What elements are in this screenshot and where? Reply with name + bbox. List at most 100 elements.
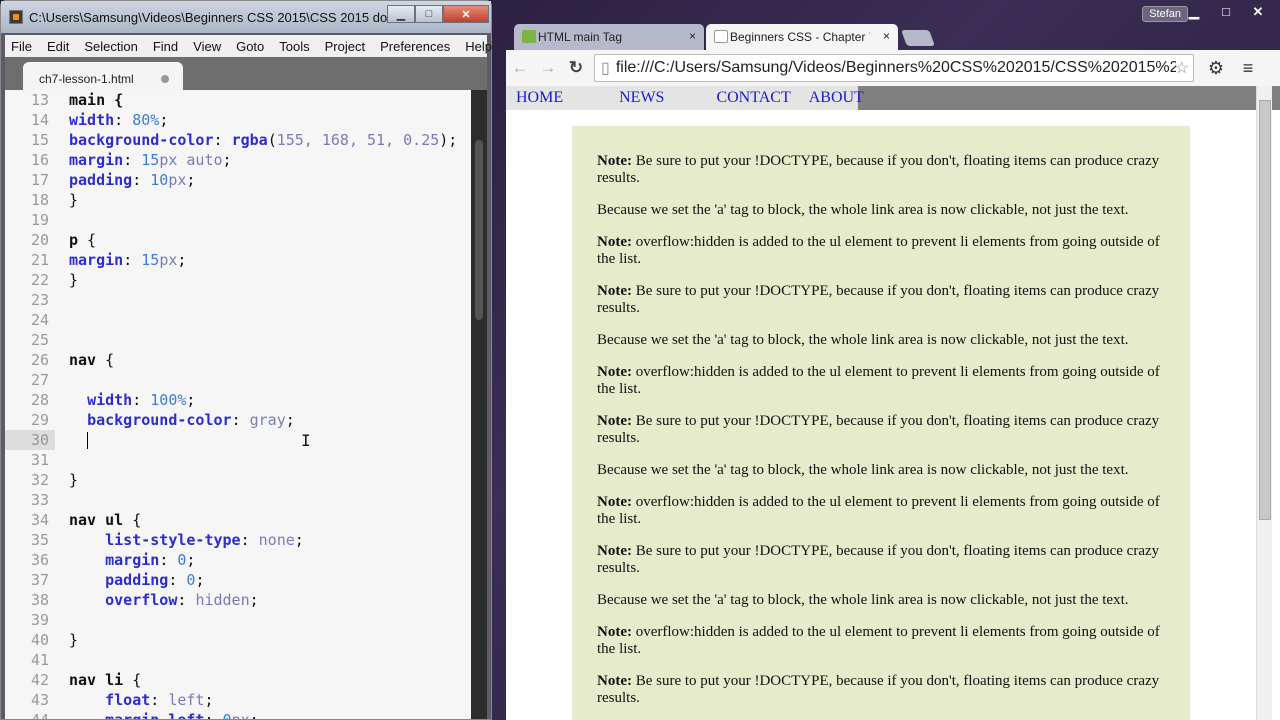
code-line[interactable]: 34 nav ul { bbox=[5, 510, 471, 530]
code-line[interactable]: 19 bbox=[5, 210, 471, 230]
menu-icon[interactable]: ≡ bbox=[1232, 58, 1264, 79]
code-line[interactable]: 28 width: 100%; bbox=[5, 390, 471, 410]
paragraph-text: Because we set the 'a' tag to block, the… bbox=[597, 592, 1129, 608]
line-number: 37 bbox=[30, 571, 49, 589]
address-bar[interactable]: ▯ file:///C:/Users/Samsung/Videos/Beginn… bbox=[594, 54, 1194, 82]
paragraph-text: overflow:hidden is added to the ul eleme… bbox=[597, 624, 1160, 657]
code-line[interactable]: 20 p { bbox=[5, 230, 471, 250]
reload-icon[interactable]: ↻ bbox=[562, 58, 590, 78]
code-line[interactable]: 30 bbox=[5, 430, 471, 450]
minimize-button[interactable]: ▁ bbox=[1178, 4, 1210, 20]
paragraph-text: Be sure to put your !DOCTYPE, because if… bbox=[597, 673, 1160, 706]
nav-link-home[interactable]: HOME bbox=[516, 86, 563, 107]
maximize-button[interactable]: □ bbox=[415, 5, 443, 23]
unsaved-dot-icon[interactable] bbox=[161, 75, 169, 83]
line-number: 22 bbox=[30, 271, 49, 289]
code-token: left bbox=[168, 691, 205, 709]
code-line[interactable]: 16 margin: 15px auto; bbox=[5, 150, 471, 170]
code-token: ; bbox=[222, 151, 232, 169]
close-button[interactable]: ✕ bbox=[443, 5, 489, 23]
menu-goto[interactable]: Goto bbox=[236, 39, 264, 54]
code-line[interactable]: 14 width: 80%; bbox=[5, 110, 471, 130]
menu-file[interactable]: File bbox=[11, 39, 32, 54]
code-line[interactable]: 31 bbox=[5, 450, 471, 470]
forward-icon[interactable]: → bbox=[534, 58, 562, 78]
browser-toolbar: ← → ↻ ▯ file:///C:/Users/Samsung/Videos/… bbox=[506, 50, 1280, 86]
nav-link-about[interactable]: ABOUT bbox=[809, 86, 864, 107]
file-tab[interactable]: ch7-lesson-1.html bbox=[23, 62, 183, 91]
code-area[interactable]: 13 main {14 width: 80%; 15 background-color:… bbox=[5, 90, 471, 719]
bookmark-star-icon[interactable]: ☆ bbox=[1175, 58, 1189, 78]
code-line[interactable]: 36 margin: 0; bbox=[5, 550, 471, 570]
code-line[interactable]: 42 nav li { bbox=[5, 670, 471, 690]
close-tab-icon[interactable]: × bbox=[883, 29, 890, 43]
new-tab-button[interactable] bbox=[901, 30, 935, 46]
line-number: 14 bbox=[30, 111, 49, 129]
code-line[interactable]: 24 bbox=[5, 310, 471, 330]
line-number: 33 bbox=[30, 491, 49, 509]
scrollbar-thumb[interactable] bbox=[1259, 100, 1271, 520]
code-line[interactable]: 41 bbox=[5, 650, 471, 670]
code-token: margin-left bbox=[105, 711, 204, 719]
line-number: 40 bbox=[30, 631, 49, 649]
code-token: : bbox=[123, 251, 142, 269]
code-line[interactable]: 17 padding: 10px; bbox=[5, 170, 471, 190]
code-line[interactable]: 27 bbox=[5, 370, 471, 390]
maximize-button[interactable]: □ bbox=[1210, 4, 1242, 20]
back-icon[interactable]: ← bbox=[506, 58, 534, 78]
scrollbar-thumb[interactable] bbox=[475, 140, 483, 320]
code-line[interactable]: 15 background-color: rgba(155, 168, 51, 0… bbox=[5, 130, 471, 150]
close-button[interactable]: ✕ bbox=[1242, 4, 1274, 20]
tab-html-main-tag[interactable]: HTML main Tag × bbox=[514, 24, 704, 50]
code-token: : bbox=[159, 551, 178, 569]
code-token: background-color bbox=[69, 131, 214, 149]
code-line[interactable]: 37 padding: 0; bbox=[5, 570, 471, 590]
gear-icon[interactable]: ⚙ bbox=[1200, 58, 1232, 79]
menu-edit[interactable]: Edit bbox=[47, 39, 69, 54]
code-token: : bbox=[123, 151, 142, 169]
close-tab-icon[interactable]: × bbox=[689, 29, 696, 43]
tab-label: HTML main Tag bbox=[538, 30, 623, 44]
code-token: rgba bbox=[231, 131, 268, 149]
code-line[interactable]: 25 bbox=[5, 330, 471, 350]
code-line[interactable]: 22} bbox=[5, 270, 471, 290]
code-line[interactable]: 44 margin-left: 0px; bbox=[5, 710, 471, 719]
code-line[interactable]: 29 background-color: gray; bbox=[5, 410, 471, 430]
code-token: background-color bbox=[87, 411, 232, 429]
code-line[interactable]: 40} bbox=[5, 630, 471, 650]
menu-find[interactable]: Find bbox=[153, 39, 178, 54]
code-token: main { bbox=[69, 91, 124, 109]
code-line[interactable]: 33 bbox=[5, 490, 471, 510]
page-viewport: HOME NEWS CONTACT ABOUT Note: Be sure to pu… bbox=[506, 86, 1280, 720]
code-line[interactable]: 35 list-style-type: none; bbox=[5, 530, 471, 550]
menu-preferences[interactable]: Preferences bbox=[380, 39, 450, 54]
code-line[interactable]: 23 bbox=[5, 290, 471, 310]
nav-link-news[interactable]: NEWS bbox=[619, 86, 664, 107]
code-line[interactable]: 39 bbox=[5, 610, 471, 630]
code-line[interactable]: 38 overflow: hidden; bbox=[5, 590, 471, 610]
menu-help[interactable]: Help bbox=[465, 39, 492, 54]
menu-view[interactable]: View bbox=[193, 39, 221, 54]
line-number: 42 bbox=[30, 671, 49, 689]
code-line[interactable]: 32} bbox=[5, 470, 471, 490]
menu-selection[interactable]: Selection bbox=[84, 39, 137, 54]
line-number: 15 bbox=[30, 131, 49, 149]
minimize-button[interactable]: ▁ bbox=[387, 5, 415, 23]
code-token: } bbox=[69, 271, 79, 289]
code-token: ; bbox=[186, 171, 196, 189]
nav-link-contact[interactable]: CONTACT bbox=[716, 86, 790, 107]
line-number: 13 bbox=[30, 91, 49, 109]
editor-scrollbar[interactable] bbox=[471, 90, 487, 719]
menu-project[interactable]: Project bbox=[325, 39, 365, 54]
code-line[interactable]: 43 float: left; bbox=[5, 690, 471, 710]
code-token: : bbox=[240, 531, 259, 549]
tab-beginners-css[interactable]: Beginners CSS - Chapter 7 × bbox=[706, 24, 898, 50]
code-line[interactable]: 21 margin: 15px; bbox=[5, 250, 471, 270]
code-line[interactable]: 13 main { bbox=[5, 90, 471, 110]
page-scrollbar[interactable] bbox=[1256, 86, 1272, 720]
code-line[interactable]: 18} bbox=[5, 190, 471, 210]
code-line[interactable]: 26 nav { bbox=[5, 350, 471, 370]
code-token: ; bbox=[285, 411, 295, 429]
menu-tools[interactable]: Tools bbox=[279, 39, 309, 54]
